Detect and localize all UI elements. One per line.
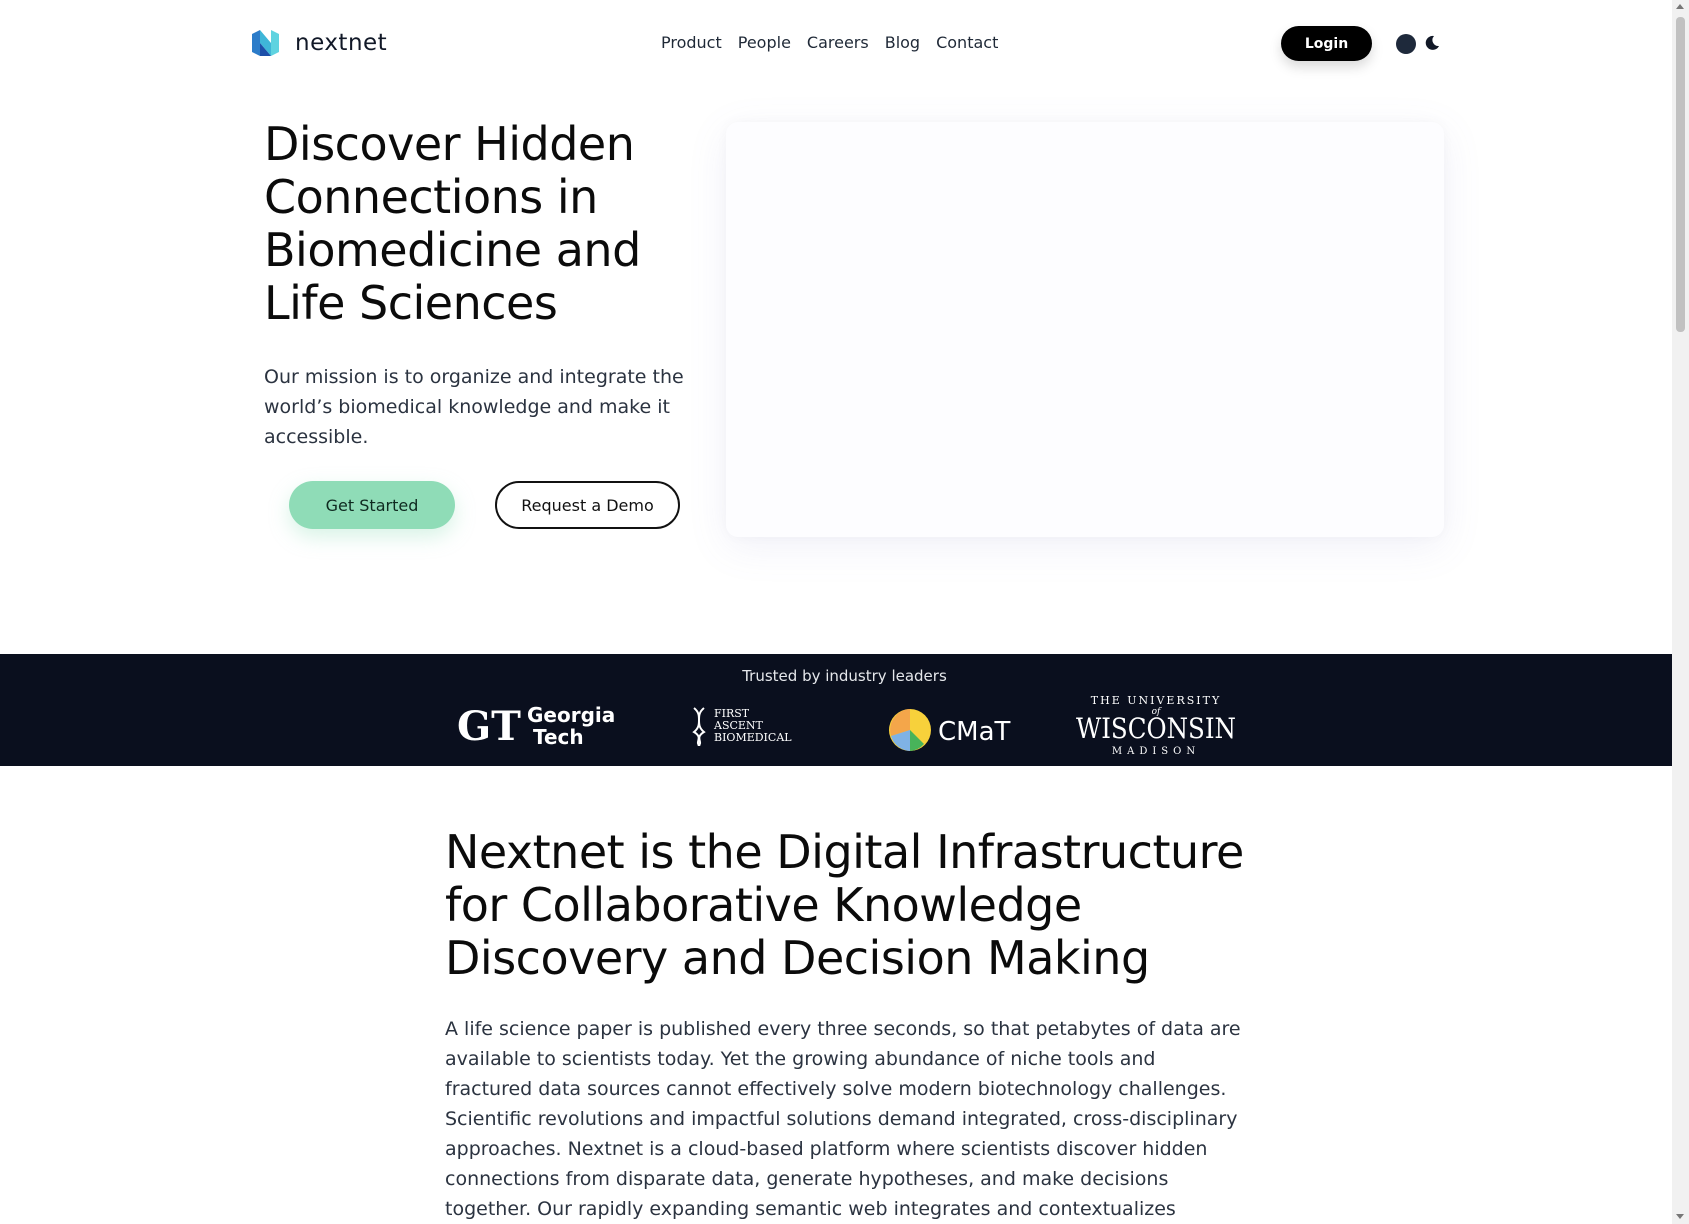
uw-madison-logo: THE UNIVERSITY of WISCONSIN MADISON: [1076, 694, 1236, 757]
request-demo-button[interactable]: Request a Demo: [495, 481, 680, 529]
nav-product[interactable]: Product: [661, 33, 722, 52]
hero-subtitle: Our mission is to organize and integrate…: [264, 366, 684, 448]
scroll-up-icon[interactable]: [1676, 4, 1684, 9]
section-title: Nextnet is the Digital Infrastructure fo…: [445, 825, 1244, 985]
theme-dot-icon[interactable]: [1396, 34, 1416, 54]
svg-text:MADISON: MADISON: [1112, 746, 1200, 757]
scroll-thumb[interactable]: [1676, 17, 1685, 332]
trusted-title: Trusted by industry leaders: [742, 667, 947, 685]
svg-text:THE UNIVERSITY: THE UNIVERSITY: [1091, 694, 1221, 707]
svg-text:CMaT: CMaT: [938, 717, 1011, 747]
nextnet-logo-icon: [252, 30, 279, 56]
hero-media-card: [726, 122, 1444, 537]
svg-text:Tech: Tech: [533, 725, 584, 746]
cmat-logo: CMaT: [889, 709, 1011, 751]
scrollbar[interactable]: [1672, 0, 1689, 1224]
nav-careers[interactable]: Careers: [807, 33, 869, 52]
logo-text: nextnet: [295, 30, 388, 56]
nav-blog[interactable]: Blog: [885, 33, 920, 52]
first-ascent-biomedical-logo: FIRST ASCENT BIOMEDICAL: [692, 707, 792, 746]
trusted-band: Trusted by industry leaders GT Georgia T…: [0, 654, 1672, 766]
svg-text:BIOMEDICAL: BIOMEDICAL: [714, 731, 792, 744]
main-nav: Product People Careers Blog Contact: [661, 33, 998, 52]
nav-people[interactable]: People: [738, 33, 791, 52]
site-header: nextnet Product People Careers Blog Cont…: [0, 0, 1672, 86]
svg-text:WISCONSIN: WISCONSIN: [1076, 712, 1236, 745]
hero-title: Discover Hidden Connections in Biomedici…: [264, 117, 641, 330]
section-body: A life science paper is published every …: [445, 1018, 1241, 1220]
moon-icon[interactable]: [1424, 35, 1440, 51]
georgia-tech-logo: GT Georgia Tech: [457, 703, 615, 746]
svg-text:GT: GT: [457, 703, 521, 746]
logo[interactable]: nextnet: [252, 30, 387, 56]
get-started-button[interactable]: Get Started: [289, 481, 455, 529]
svg-text:Georgia: Georgia: [527, 703, 615, 727]
login-button[interactable]: Login: [1281, 26, 1372, 61]
nav-contact[interactable]: Contact: [936, 33, 998, 52]
scroll-down-icon[interactable]: [1676, 1214, 1684, 1219]
